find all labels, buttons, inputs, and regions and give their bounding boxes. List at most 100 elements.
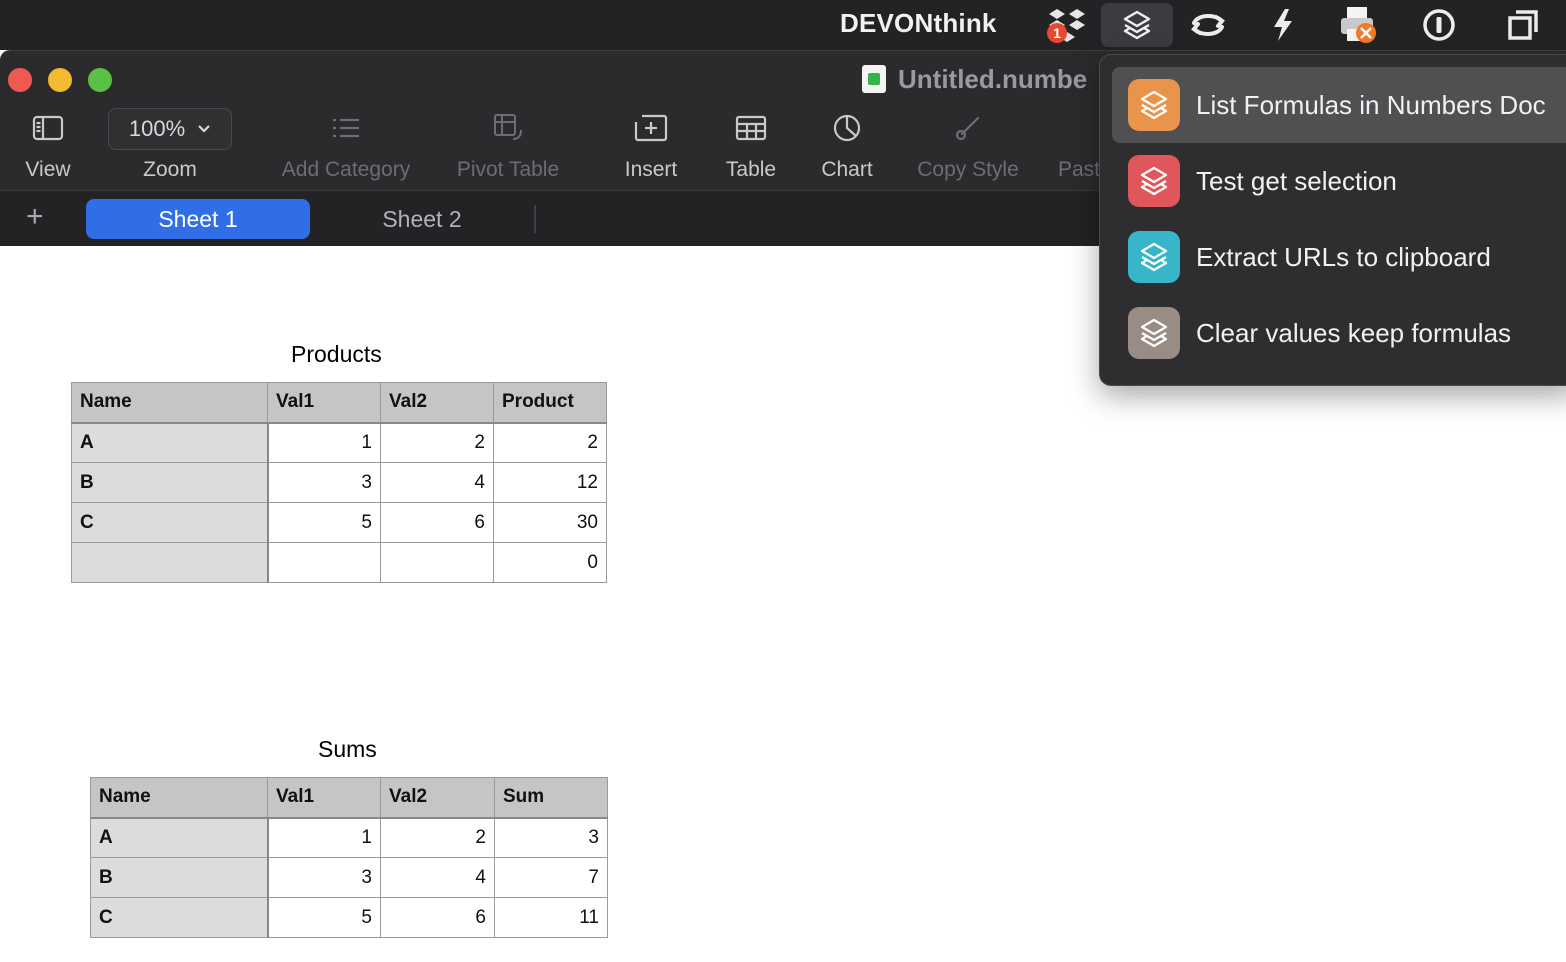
- shortcuts-icon[interactable]: [1101, 3, 1173, 47]
- printer-icon[interactable]: [1336, 3, 1382, 47]
- table-label: Table: [725, 158, 777, 181]
- insert-button[interactable]: Insert: [620, 106, 682, 186]
- tab-sheet-2[interactable]: Sheet 2: [310, 199, 534, 239]
- document-name: Untitled.numbe: [898, 63, 1088, 94]
- notification-badge: 1: [1047, 23, 1067, 43]
- table-cell[interactable]: 5: [267, 897, 381, 938]
- table-icon: [735, 106, 767, 150]
- table-cell[interactable]: 1: [267, 422, 381, 463]
- table-cell[interactable]: 5: [267, 502, 381, 543]
- header-cell[interactable]: Name: [71, 382, 268, 424]
- header-cell[interactable]: Product: [493, 382, 607, 424]
- shortcut-icon: [1128, 307, 1180, 359]
- shortcut-icon: [1128, 155, 1180, 207]
- view-button[interactable]: View: [20, 106, 76, 186]
- table-cell[interactable]: 30: [493, 502, 607, 543]
- table-cell[interactable]: 3: [267, 462, 381, 503]
- paste-style-button[interactable]: Past: [1057, 106, 1101, 186]
- row-header-cell[interactable]: C: [71, 502, 269, 543]
- add-sheet-button[interactable]: +: [26, 201, 44, 233]
- table-cell[interactable]: 7: [494, 857, 608, 898]
- row-header-cell[interactable]: A: [90, 817, 269, 858]
- menu-bar: DEVONthink 1: [0, 0, 1566, 50]
- header-cell[interactable]: Val2: [380, 777, 495, 819]
- row-header-cell[interactable]: [71, 542, 269, 583]
- sums-table: Name Val1 Val2 Sum A 1 2 3 B 3 4 7 C 5 6…: [90, 777, 608, 938]
- sidebar-icon: [32, 106, 64, 150]
- table-cell[interactable]: 2: [380, 422, 494, 463]
- products-table-title: Products: [291, 341, 382, 367]
- tab-divider: [534, 205, 536, 233]
- table-cell[interactable]: 3: [494, 817, 608, 858]
- menu-item-label: Clear values keep formulas: [1196, 317, 1512, 348]
- insert-label: Insert: [624, 158, 678, 181]
- header-row: Name Val1 Val2 Sum: [90, 777, 608, 819]
- menu-item-extract-urls[interactable]: Extract URLs to clipboard: [1112, 219, 1566, 295]
- minimize-button[interactable]: [48, 68, 72, 92]
- numbers-doc-icon: [862, 65, 886, 93]
- row-header-cell[interactable]: C: [90, 897, 269, 938]
- dropbox-icon[interactable]: 1: [1044, 3, 1090, 47]
- header-cell[interactable]: Sum: [494, 777, 608, 819]
- close-button[interactable]: [8, 68, 32, 92]
- active-app-name[interactable]: DEVONthink: [840, 8, 997, 39]
- table-cell[interactable]: 1: [267, 817, 381, 858]
- info-icon[interactable]: [1416, 3, 1462, 47]
- row-header-cell[interactable]: B: [71, 462, 269, 503]
- brush-icon: [954, 106, 982, 150]
- tab-sheet-1[interactable]: Sheet 1: [86, 199, 310, 239]
- sums-table-title: Sums: [318, 736, 377, 762]
- row-header-cell[interactable]: A: [71, 422, 269, 463]
- header-cell[interactable]: Name: [90, 777, 268, 819]
- menu-item-list-formulas[interactable]: List Formulas in Numbers Doc: [1112, 67, 1566, 143]
- add-category-button[interactable]: Add Category: [274, 106, 418, 186]
- menu-item-label: Extract URLs to clipboard: [1196, 241, 1491, 272]
- shortcuts-menu: List Formulas in Numbers Doc Test get se…: [1099, 54, 1566, 386]
- table-cell[interactable]: 2: [380, 817, 495, 858]
- zoom-item: Zoom: [120, 106, 220, 186]
- table-cell[interactable]: 4: [380, 857, 495, 898]
- header-cell[interactable]: Val1: [267, 777, 381, 819]
- pivot-table-icon: [493, 106, 523, 150]
- table-cell[interactable]: 0: [493, 542, 607, 583]
- header-cell[interactable]: Val1: [267, 382, 381, 424]
- screen: DEVONthink 1 Untitled.numbe View 100% Zo…: [0, 0, 1566, 962]
- document-title: Untitled.numbe: [862, 63, 1087, 95]
- lightning-icon[interactable]: [1260, 3, 1306, 47]
- table-button[interactable]: Table: [722, 106, 780, 186]
- table-cell[interactable]: [267, 542, 381, 583]
- window-icon[interactable]: [1500, 3, 1546, 47]
- menu-item-clear-values[interactable]: Clear values keep formulas: [1112, 295, 1566, 371]
- table-cell[interactable]: 3: [267, 857, 381, 898]
- list-icon: [331, 106, 361, 150]
- insert-icon: [634, 106, 668, 150]
- chart-button[interactable]: Chart: [816, 106, 878, 186]
- table-cell[interactable]: [380, 542, 494, 583]
- table-cell[interactable]: 6: [380, 897, 495, 938]
- zoom-label: Zoom: [143, 158, 197, 181]
- chart-label: Chart: [821, 158, 873, 181]
- table-cell[interactable]: 4: [380, 462, 494, 503]
- table-cell[interactable]: 12: [493, 462, 607, 503]
- pie-chart-icon: [832, 106, 862, 150]
- pivot-table-label: Pivot Table: [456, 158, 560, 181]
- table-cell[interactable]: 2: [493, 422, 607, 463]
- menu-item-label: Test get selection: [1196, 165, 1397, 196]
- table-row: B 3 4 7: [90, 857, 608, 898]
- menu-item-test-selection[interactable]: Test get selection: [1112, 143, 1566, 219]
- copy-style-label: Copy Style: [917, 158, 1019, 181]
- sync-icon[interactable]: [1185, 3, 1231, 47]
- menu-item-label: List Formulas in Numbers Doc: [1196, 89, 1546, 120]
- fullscreen-button[interactable]: [88, 68, 112, 92]
- pivot-table-button[interactable]: Pivot Table: [450, 106, 566, 186]
- row-header-cell[interactable]: B: [90, 857, 269, 898]
- shortcut-icon: [1128, 231, 1180, 283]
- table-cell[interactable]: 6: [380, 502, 494, 543]
- header-cell[interactable]: Val2: [380, 382, 494, 424]
- table-row: B 3 4 12: [71, 462, 607, 503]
- table-row: C 5 6 11: [90, 897, 608, 938]
- shortcut-icon: [1128, 79, 1180, 131]
- table-cell[interactable]: 11: [494, 897, 608, 938]
- copy-style-button[interactable]: Copy Style: [910, 106, 1026, 186]
- header-row: Name Val1 Val2 Product: [71, 382, 607, 424]
